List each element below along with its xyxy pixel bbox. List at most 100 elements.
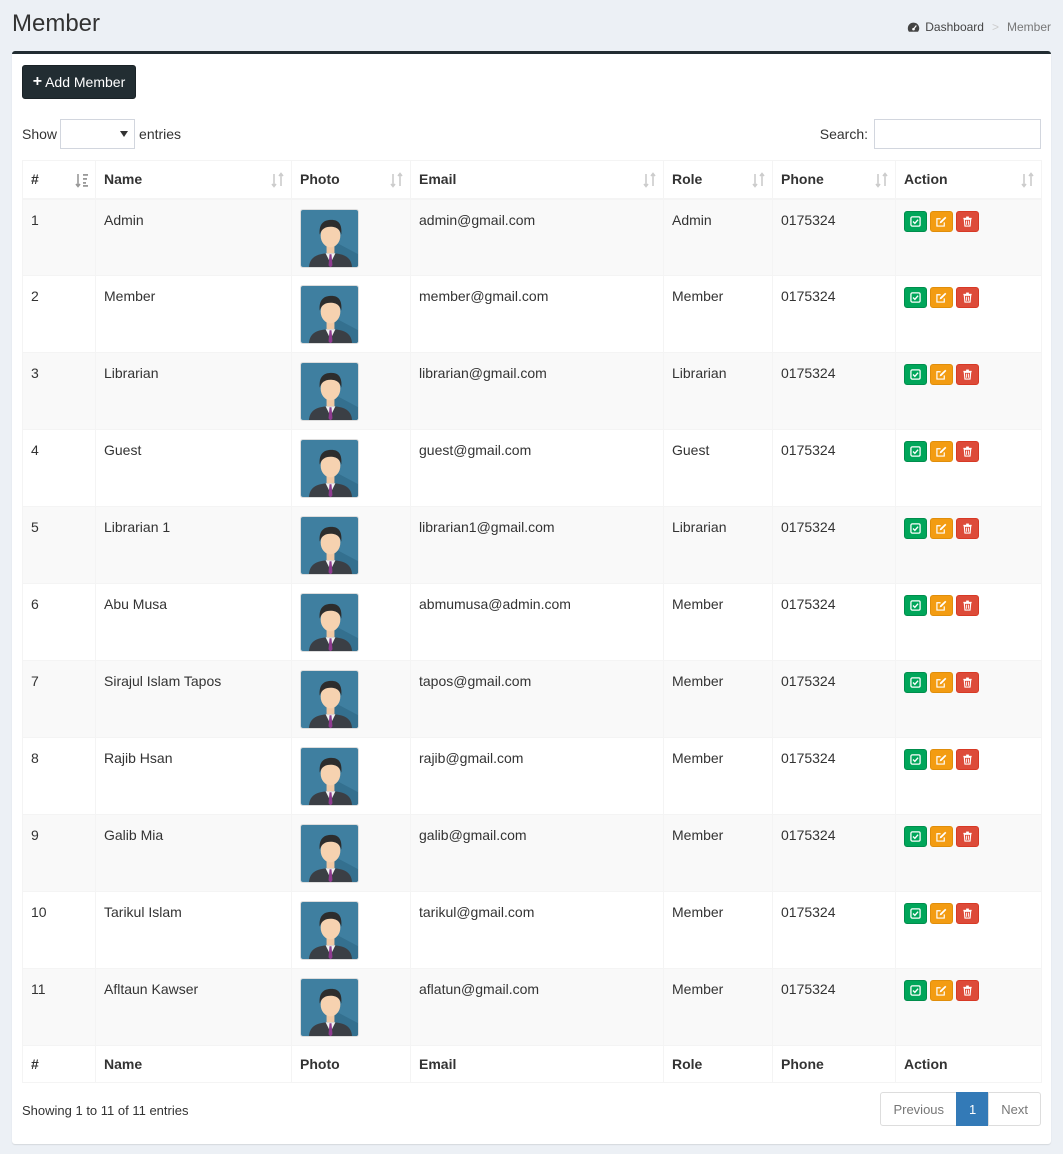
cell-role: Member [663,968,773,1046]
cell-phone: 0175324 [772,814,896,892]
search-input[interactable] [874,119,1041,149]
entries-length-control: Show entries [22,119,181,149]
approve-button[interactable] [904,749,927,770]
edit-button[interactable] [930,441,953,462]
column-header-photo[interactable]: Photo [291,160,411,200]
cell-email: admin@gmail.com [410,198,664,276]
edit-button[interactable] [930,364,953,385]
cell-email-text: abmumusa@admin.com [419,596,571,612]
cell-hash-text: 8 [31,750,39,766]
edit-button[interactable] [930,672,953,693]
cell-role: Member [663,275,773,353]
approve-button[interactable] [904,826,927,847]
avatar [300,670,359,729]
approve-button[interactable] [904,595,927,616]
edit-button[interactable] [930,518,953,539]
cell-name: Admin [95,198,292,276]
sort-icon [875,172,888,188]
delete-button[interactable] [956,980,979,1001]
delete-button[interactable] [956,903,979,924]
edit-button[interactable] [930,595,953,616]
approve-button[interactable] [904,518,927,539]
cell-photo [291,814,411,892]
table-row: 10 Tarikul Islam tarikul@gmail.com Member 01… [22,891,1042,969]
approve-button[interactable] [904,903,927,924]
cell-role-text: Admin [672,211,712,228]
column-header-name[interactable]: Name [95,160,292,200]
delete-button[interactable] [956,595,979,616]
search-control: Search: [820,119,1041,149]
edit-button[interactable] [930,826,953,847]
add-member-button[interactable]: + Add Member [22,65,136,99]
edit-button[interactable] [930,287,953,308]
column-header-action[interactable]: Action [895,160,1042,200]
delete-button[interactable] [956,518,979,539]
cell-email: librarian@gmail.com [410,352,664,430]
approve-button[interactable] [904,210,927,232]
cell-name: Member [95,275,292,353]
delete-button[interactable] [956,826,979,847]
trash-icon [963,754,972,765]
edit-button[interactable] [930,210,953,232]
avatar-image [301,209,358,267]
cell-role: Librarian [663,506,773,584]
delete-button[interactable] [956,364,979,385]
cell-hash-text: 2 [31,288,39,304]
cell-name-text: Admin [104,211,144,228]
cell-hash: 1 [22,198,96,276]
cell-role-text: Member [672,827,724,843]
approve-button[interactable] [904,364,927,385]
approve-button[interactable] [904,441,927,462]
delete-button[interactable] [956,287,979,308]
column-header-hash[interactable]: # [22,160,96,200]
breadcrumb-current: Member [1006,20,1051,34]
avatar-image [301,286,358,343]
edit-icon [936,985,947,996]
entries-select[interactable] [60,119,136,149]
cell-hash: 11 [22,968,96,1046]
cell-name: Afltaun Kawser [95,968,292,1046]
cell-role: Member [663,583,773,661]
cell-action [895,660,1042,738]
approve-button[interactable] [904,980,927,1001]
cell-email: galib@gmail.com [410,814,664,892]
delete-button[interactable] [956,672,979,693]
column-footer-phone: Phone [772,1045,896,1083]
cell-role-text: Librarian [672,519,727,535]
approve-button[interactable] [904,672,927,693]
cell-hash: 7 [22,660,96,738]
row-actions [904,595,1033,616]
column-header-role[interactable]: Role [663,160,773,200]
cell-hash-text: 6 [31,596,39,612]
column-header-phone[interactable]: Phone [772,160,896,200]
edit-icon [936,831,947,842]
edit-button[interactable] [930,980,953,1001]
cell-phone-text: 0175324 [781,519,836,535]
page-1-button[interactable]: 1 [956,1092,990,1126]
cell-phone: 0175324 [772,660,896,738]
breadcrumb-dashboard-link[interactable]: Dashboard [907,20,984,34]
cell-phone-text: 0175324 [781,442,836,458]
cell-hash: 6 [22,583,96,661]
cell-role-text: Member [672,673,724,689]
delete-button[interactable] [956,749,979,770]
previous-page-button[interactable]: Previous [880,1092,958,1126]
trash-icon [963,369,972,380]
cell-action [895,352,1042,430]
cell-name-text: Member [104,288,156,304]
cell-role: Member [663,660,773,738]
delete-button[interactable] [956,210,979,232]
delete-button[interactable] [956,441,979,462]
edit-button[interactable] [930,903,953,924]
trash-icon [963,908,972,919]
next-page-button[interactable]: Next [988,1092,1041,1126]
cell-photo [291,737,411,815]
cell-name-text: Sirajul Islam Tapos [104,673,222,689]
cell-action [895,891,1042,969]
cell-name: Tarikul Islam [95,891,292,969]
edit-button[interactable] [930,749,953,770]
edit-icon [936,754,947,765]
approve-button[interactable] [904,287,927,308]
column-header-email[interactable]: Email [410,160,664,200]
plus-icon: + [32,73,43,90]
